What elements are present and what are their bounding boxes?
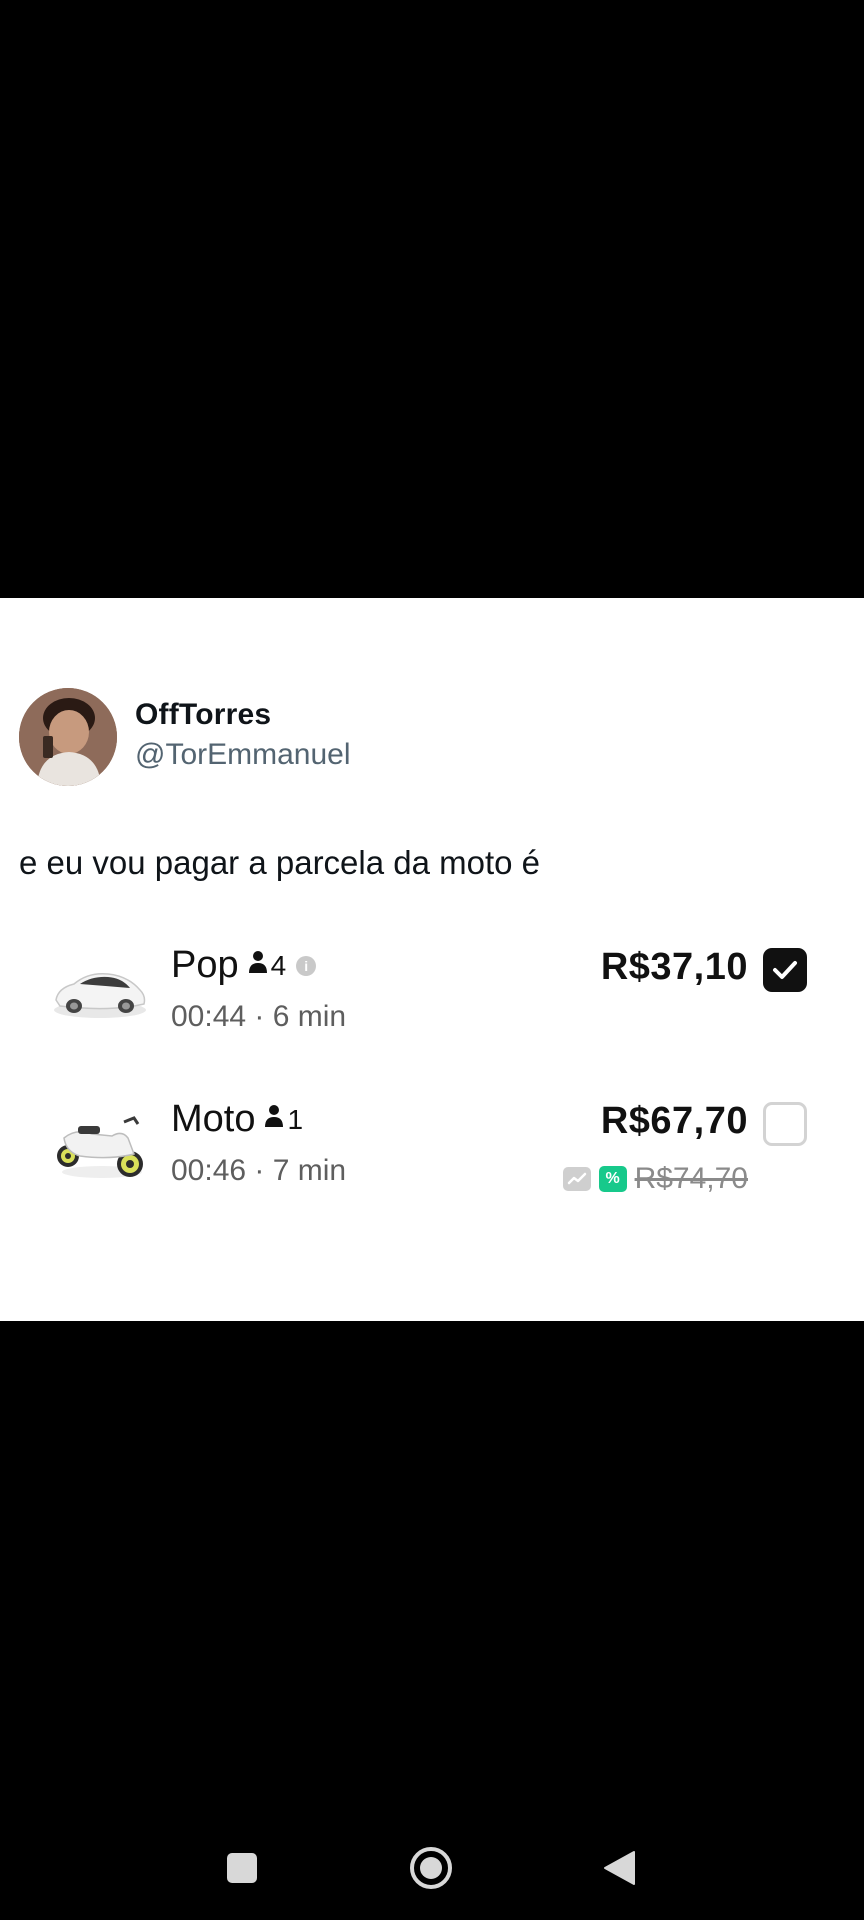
display-name[interactable]: OffTorres xyxy=(135,698,271,732)
ride-checkbox-unchecked[interactable] xyxy=(763,1102,807,1146)
home-icon[interactable] xyxy=(409,1846,453,1890)
checkmark-icon xyxy=(773,961,797,979)
ride-name: Pop 4 i xyxy=(171,944,317,987)
user-handle[interactable]: @TorEmmanuel xyxy=(135,738,351,772)
ride-name-label: Moto xyxy=(171,1098,256,1140)
car-image xyxy=(50,944,150,1034)
avatar[interactable] xyxy=(19,688,117,786)
ride-price: R$37,10 xyxy=(600,946,748,988)
trending-icon xyxy=(562,1167,591,1191)
tweet-text: e eu vou pagar a parcela da moto é xyxy=(19,844,541,881)
ride-checkbox-checked[interactable] xyxy=(763,948,807,992)
ride-option-moto[interactable]: Moto 1 00:46 · 7 min R$67,70 % R$74,70 xyxy=(0,1088,864,1208)
ride-eta: 00:44 · 6 min xyxy=(171,1000,347,1033)
ride-eta: 00:46 · 7 min xyxy=(171,1154,347,1187)
promo-row: % R$74,70 xyxy=(562,1162,748,1196)
person-icon xyxy=(247,949,269,982)
ride-option-pop[interactable]: Pop 4 i 00:44 · 6 min R$37,10 xyxy=(0,934,864,1054)
recents-icon[interactable] xyxy=(226,1852,258,1884)
capacity-count: 4 xyxy=(270,949,287,981)
old-price: R$74,70 xyxy=(634,1162,748,1195)
capacity-count: 1 xyxy=(287,1103,304,1135)
ride-name: Moto 1 xyxy=(171,1098,303,1141)
ride-capacity: 4 i xyxy=(247,949,317,982)
ride-capacity: 1 xyxy=(263,1103,303,1136)
tweet-card: OffTorres @TorEmmanuel e eu vou pagar a … xyxy=(0,598,864,1321)
discount-icon: % xyxy=(598,1166,627,1192)
screen: OffTorres @TorEmmanuel e eu vou pagar a … xyxy=(0,0,864,1920)
motorcycle-image xyxy=(50,1098,150,1188)
ride-price: R$67,70 xyxy=(600,1100,748,1142)
person-icon xyxy=(263,1103,285,1136)
ride-name-label: Pop xyxy=(171,944,239,986)
back-icon[interactable] xyxy=(602,1850,636,1886)
info-icon[interactable]: i xyxy=(296,955,317,976)
